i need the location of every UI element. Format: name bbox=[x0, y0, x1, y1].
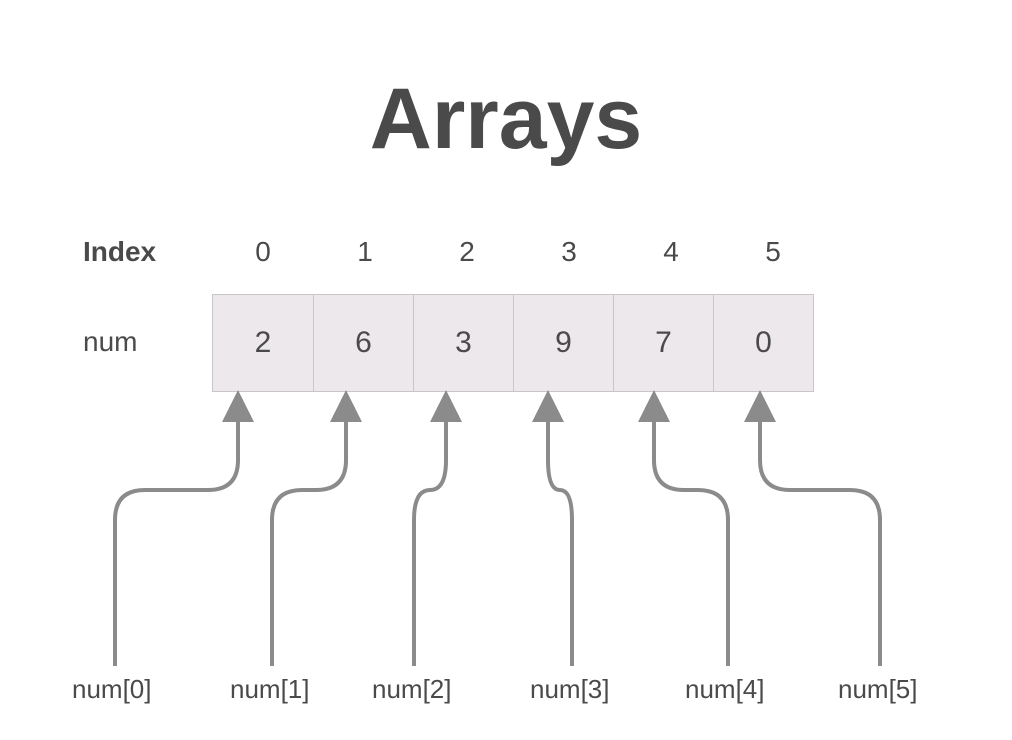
index-value: 5 bbox=[722, 236, 824, 268]
index-value: 4 bbox=[620, 236, 722, 268]
index-value: 1 bbox=[314, 236, 416, 268]
element-access-label: num[0] bbox=[72, 674, 152, 705]
index-value: 3 bbox=[518, 236, 620, 268]
index-value: 0 bbox=[212, 236, 314, 268]
array-cell: 0 bbox=[713, 295, 813, 391]
array-cell: 9 bbox=[513, 295, 613, 391]
element-access-label: num[4] bbox=[685, 674, 765, 705]
index-row-label: Index bbox=[83, 236, 156, 268]
array-cell: 2 bbox=[213, 295, 313, 391]
diagram-title: Arrays bbox=[0, 70, 1012, 169]
array-cell: 6 bbox=[313, 295, 413, 391]
index-value: 2 bbox=[416, 236, 518, 268]
element-access-label: num[3] bbox=[530, 674, 610, 705]
element-access-label: num[2] bbox=[372, 674, 452, 705]
array-cell: 3 bbox=[413, 295, 513, 391]
element-access-label: num[5] bbox=[838, 674, 918, 705]
array-cell: 7 bbox=[613, 295, 713, 391]
array-name-label: num bbox=[83, 326, 137, 358]
array-cells-row: 2 6 3 9 7 0 bbox=[212, 294, 814, 392]
element-access-label: num[1] bbox=[230, 674, 310, 705]
